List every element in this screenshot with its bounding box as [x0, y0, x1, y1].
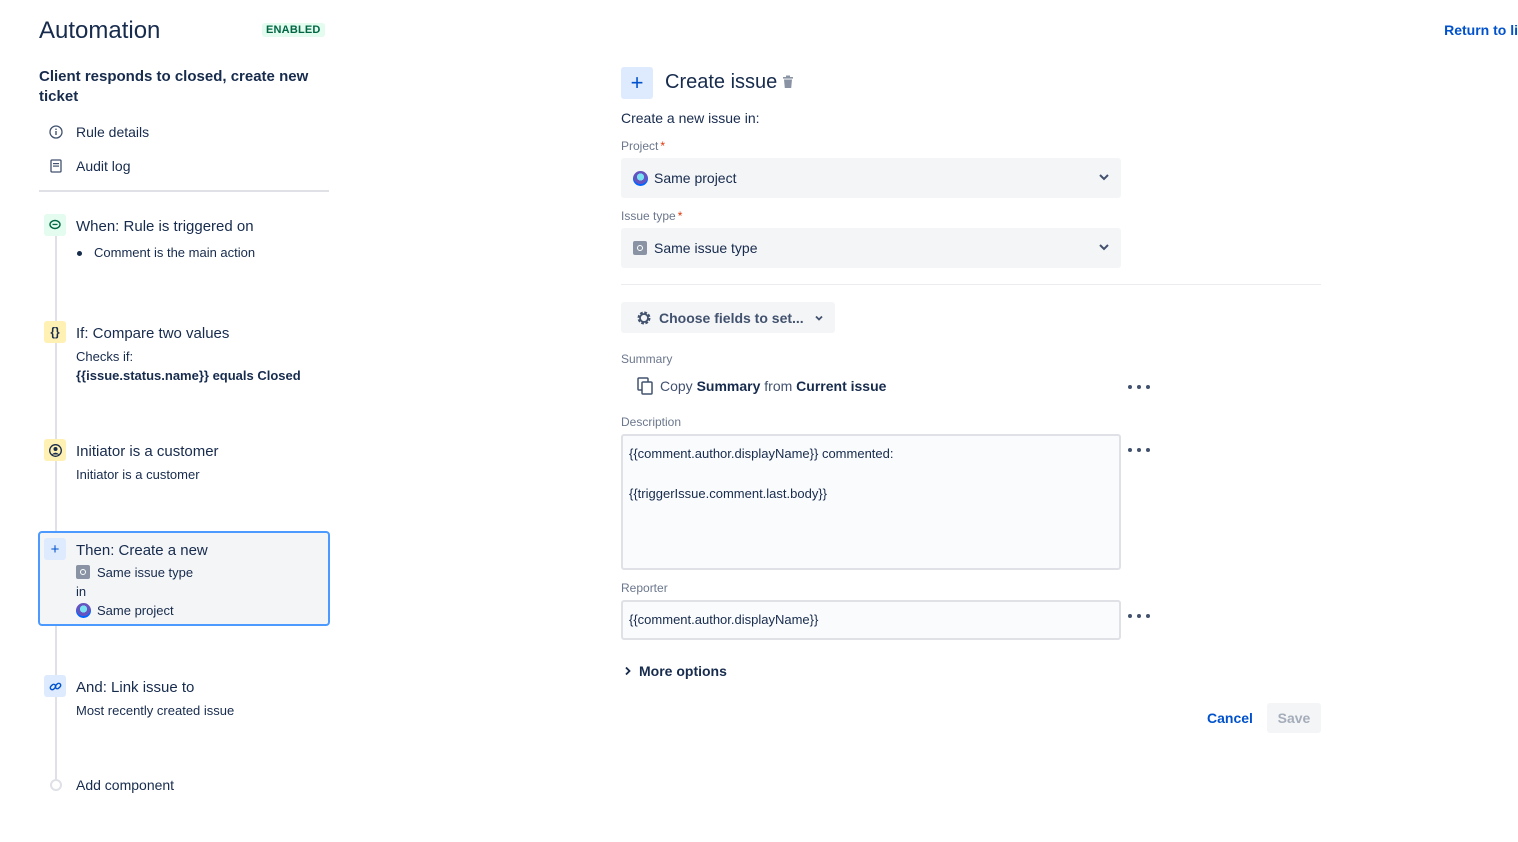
choose-fields-button[interactable]: Choose fields to set...	[621, 302, 835, 333]
reporter-more-icon[interactable]	[1128, 609, 1150, 623]
description-line: {{comment.author.displayName}} commented…	[629, 446, 894, 461]
braces-icon: {}	[44, 321, 66, 343]
sidebar-divider	[39, 190, 329, 192]
nav-audit-log[interactable]: Audit log	[39, 154, 130, 178]
summary-copy-value[interactable]: Copy Summary from Current issue	[637, 377, 886, 395]
chevron-right-icon	[624, 666, 632, 676]
create-issue-plus-icon: +	[621, 67, 653, 99]
create-intro-text: Create a new issue in:	[621, 110, 760, 126]
project-avatar-icon	[633, 170, 648, 186]
user-icon	[44, 439, 66, 461]
step-bullet: Comment is the main action	[94, 245, 256, 260]
info-icon	[47, 125, 65, 139]
summary-more-icon[interactable]	[1128, 380, 1150, 394]
return-to-list-link[interactable]: Return to li	[1444, 22, 1518, 38]
document-icon	[47, 159, 65, 173]
step-title: Initiator is a customer	[76, 443, 219, 460]
rule-step-trigger[interactable]: When: Rule is triggered on Comment is th…	[39, 214, 329, 274]
issue-type-icon	[76, 565, 90, 579]
step-title: Then: Create a new	[76, 542, 208, 559]
project-label: Project *	[621, 139, 666, 153]
chevron-down-icon	[814, 313, 824, 323]
description-more-icon[interactable]	[1128, 443, 1150, 457]
step-title: When: Rule is triggered on	[76, 218, 254, 235]
step-title: If: Compare two values	[76, 325, 230, 342]
choose-fields-label: Choose fields to set...	[659, 309, 804, 326]
save-button[interactable]: Save	[1267, 703, 1321, 733]
step-title: And: Link issue to	[76, 679, 195, 696]
nav-label: Audit log	[76, 158, 131, 174]
link-icon	[44, 675, 66, 697]
gear-icon	[635, 309, 653, 327]
panel-title: Create issue	[665, 71, 778, 93]
rule-step-action-create[interactable]: + Then: Create a new Same issue type in …	[39, 538, 329, 622]
description-label: Description	[621, 415, 682, 429]
chevron-down-icon	[1097, 240, 1111, 257]
more-options-label: More options	[639, 663, 727, 679]
rule-step-condition-compare[interactable]: {} If: Compare two values Checks if: {{i…	[39, 321, 329, 387]
step-detail: in	[76, 584, 87, 599]
nav-rule-details[interactable]: Rule details	[39, 120, 149, 144]
issue-type-select[interactable]: Same issue type	[621, 228, 1121, 268]
bullet-dot	[77, 251, 82, 256]
more-options-toggle[interactable]: More options	[624, 663, 727, 679]
comment-icon	[44, 214, 66, 236]
step-detail: Most recently created issue	[76, 703, 235, 718]
step-detail: Initiator is a customer	[76, 467, 200, 482]
issue-type-label: Issue type *	[621, 209, 683, 223]
step-detail: Same issue type	[76, 565, 193, 580]
trash-icon[interactable]	[782, 75, 794, 92]
status-badge: ENABLED	[262, 23, 325, 37]
add-component-dot	[50, 779, 62, 791]
project-select-value: Same project	[654, 170, 737, 186]
issue-type-icon	[633, 241, 647, 255]
cancel-button[interactable]: Cancel	[1198, 703, 1262, 733]
summary-label: Summary	[621, 352, 673, 366]
rule-name: Client responds to closed, create new ti…	[39, 68, 309, 105]
project-select[interactable]: Same project	[621, 158, 1121, 198]
description-line: {{triggerIssue.comment.last.body}}	[629, 486, 828, 501]
reporter-input[interactable]: {{comment.author.displayName}}	[621, 600, 1121, 640]
chevron-down-icon	[1097, 170, 1111, 187]
rule-step-condition-initiator[interactable]: Initiator is a customer Initiator is a c…	[39, 439, 329, 485]
copy-icon	[637, 377, 654, 395]
issue-type-select-value: Same issue type	[654, 240, 758, 256]
add-component-button[interactable]: Add component	[76, 777, 174, 793]
plus-icon: +	[44, 538, 66, 560]
reporter-label: Reporter	[621, 581, 668, 595]
step-detail: Same project	[76, 603, 174, 618]
project-avatar-icon	[76, 603, 91, 618]
step-detail-bold: {{issue.status.name}} equals Closed	[76, 368, 301, 383]
page-title: Automation	[39, 17, 161, 44]
description-textarea[interactable]: {{comment.author.displayName}} commented…	[621, 434, 1121, 570]
rule-step-action-link[interactable]: And: Link issue to Most recently created…	[39, 675, 329, 721]
step-detail: Checks if:	[76, 349, 134, 364]
nav-label: Rule details	[76, 124, 150, 140]
section-divider	[621, 284, 1321, 285]
